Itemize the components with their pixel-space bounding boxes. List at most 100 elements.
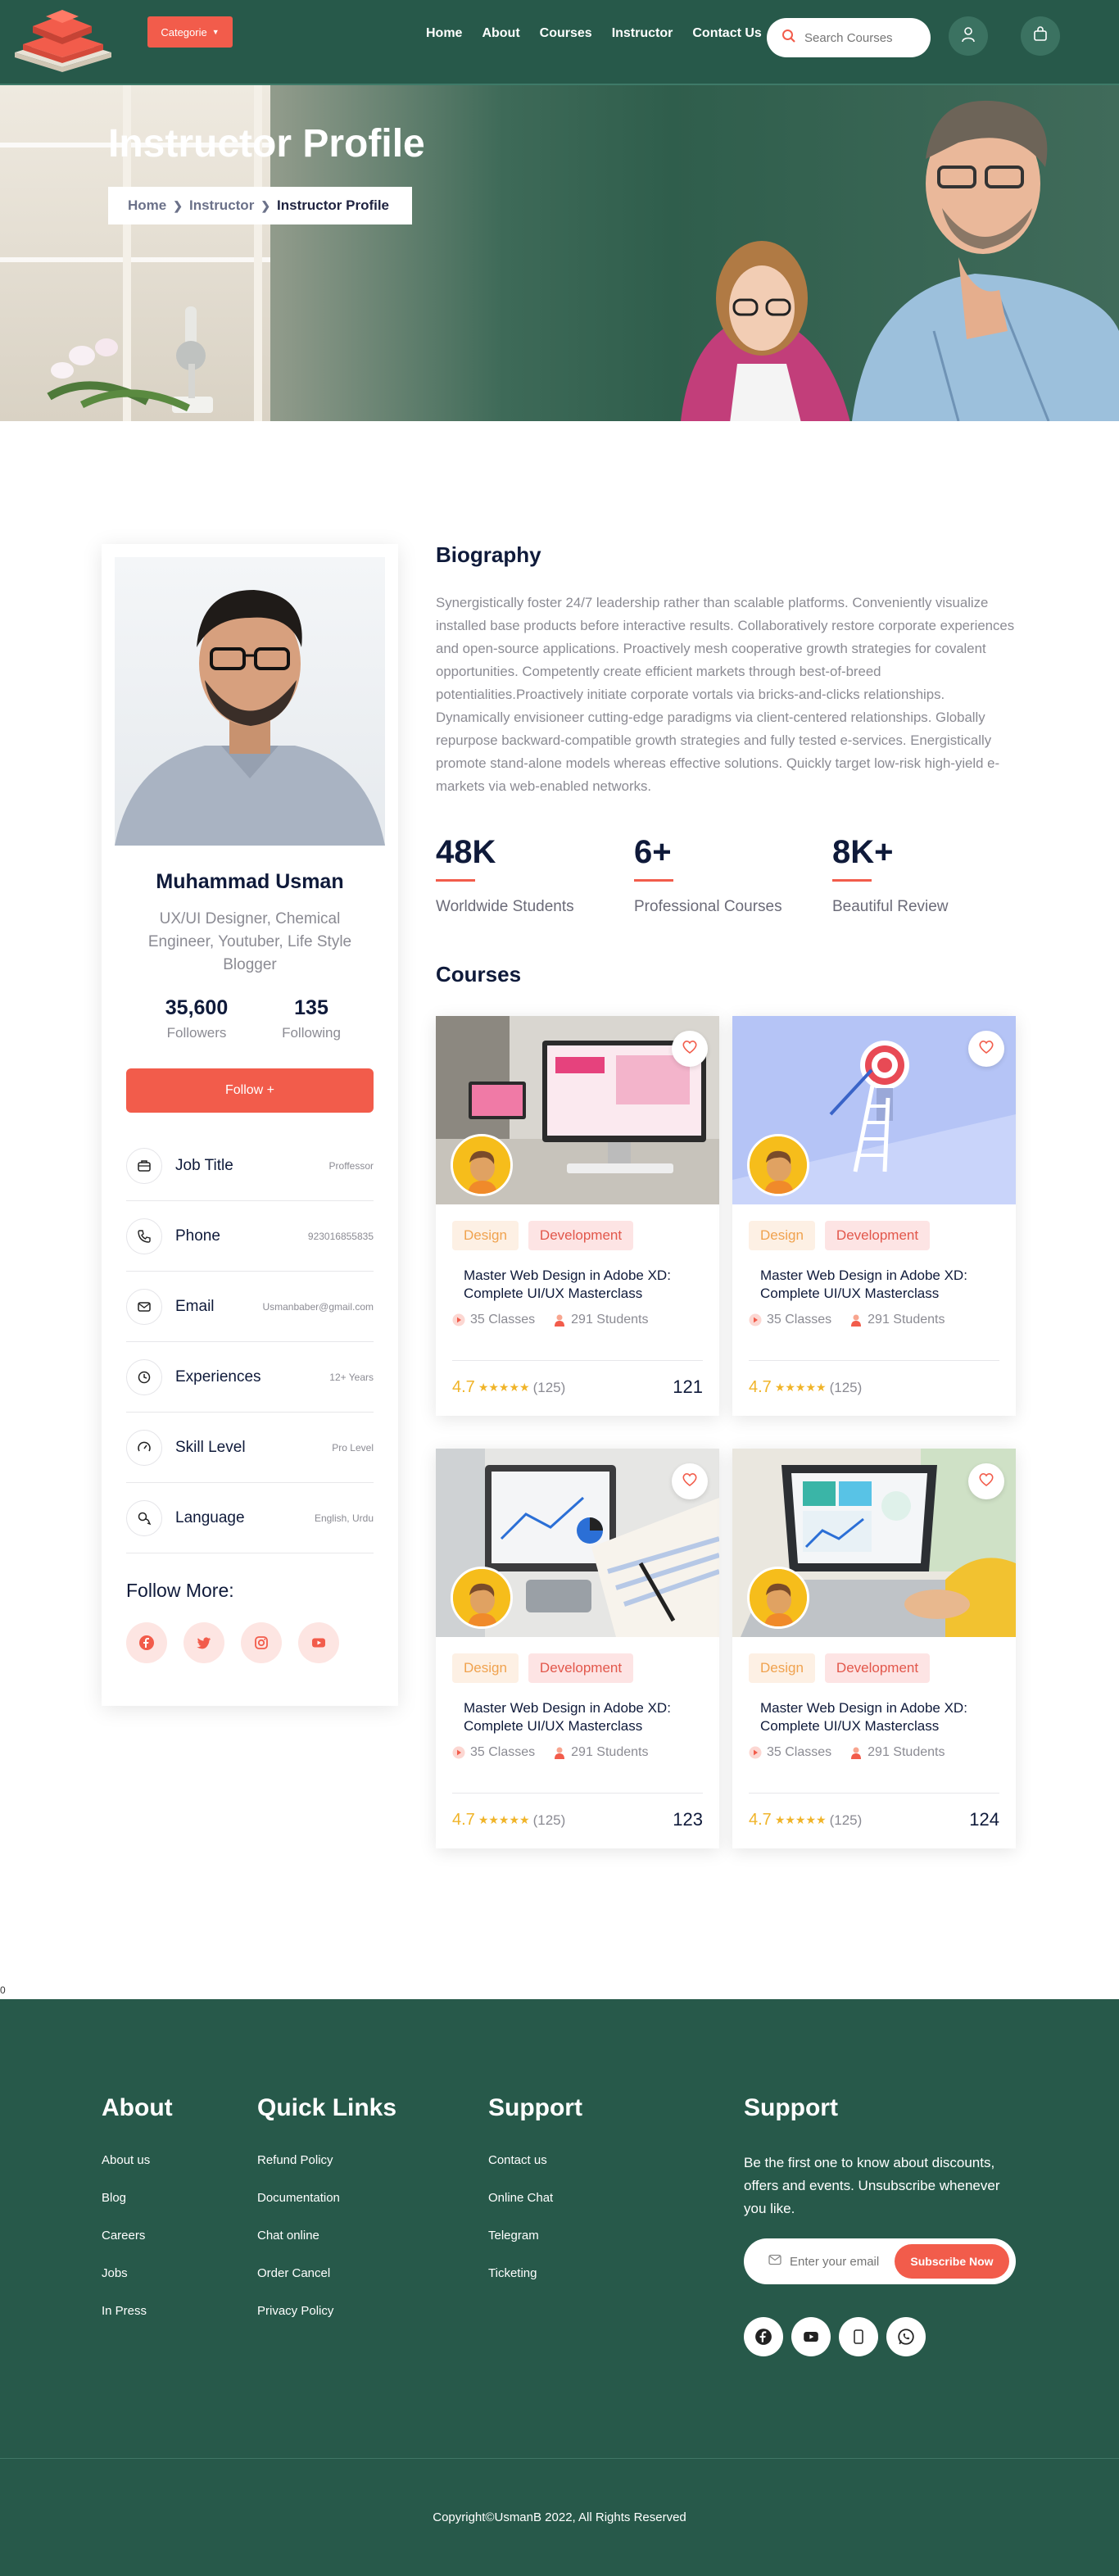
chevron-down-icon: ▼ [211,28,220,36]
youtube-icon[interactable] [791,2317,831,2356]
chat-icon [126,1499,162,1536]
course-title[interactable]: Master Web Design in Adobe XD: Complete … [464,1267,701,1303]
rating-count: (125) [829,1812,863,1828]
course-card[interactable]: Design Development Master Web Design in … [436,1016,719,1416]
wishlist-heart-button[interactable] [672,1031,708,1067]
info-value[interactable]: Usmanbaber@gmail.com [262,1301,374,1313]
course-thumbnail[interactable] [732,1449,1016,1637]
search-box[interactable] [767,18,931,57]
footer-link[interactable]: Contact us [488,2153,547,2167]
teacher-man-image [852,100,1119,421]
info-label: Phone [175,1227,220,1245]
books-logo-icon[interactable] [10,5,116,72]
wishlist-heart-button[interactable] [968,1463,1004,1499]
newsletter-email-input[interactable] [790,2254,880,2269]
facebook-icon[interactable] [126,1622,167,1663]
twitter-icon[interactable] [183,1622,224,1663]
info-label: Email [175,1297,215,1315]
following-stat: 135 Following [270,996,352,1041]
classes-count: 35 Classes [470,1745,536,1759]
course-title[interactable]: Master Web Design in Adobe XD: Complete … [760,1267,998,1303]
footer-link[interactable]: Refund Policy [257,2153,333,2167]
nav-home[interactable]: Home [426,26,462,41]
footer-link[interactable]: Careers [102,2229,145,2243]
follow-more-heading: Follow More: [126,1580,234,1601]
course-rating: 4.7 ★★★★★ (125) [749,1378,862,1397]
shelf-line [0,257,270,262]
student-icon [851,1314,862,1327]
course-thumbnail[interactable] [436,1449,719,1637]
footer-link[interactable]: Order Cancel [257,2266,330,2280]
rating-count: (125) [829,1379,863,1395]
footer-link[interactable]: In Press [102,2304,147,2318]
course-title[interactable]: Master Web Design in Adobe XD: Complete … [760,1699,998,1735]
footer-link[interactable]: Blog [102,2191,126,2205]
heart-icon [978,1040,994,1059]
nav-contact[interactable]: Contact Us [692,26,761,41]
course-title[interactable]: Master Web Design in Adobe XD: Complete … [464,1699,701,1735]
cart-button[interactable] [1021,16,1060,56]
course-price: 124 [969,1809,999,1830]
tag-development[interactable]: Development [824,1221,931,1250]
footer-link[interactable]: About us [102,2153,150,2167]
footer-link[interactable]: Chat online [257,2229,319,2243]
footer-link[interactable]: Ticketing [488,2266,537,2280]
tag-development[interactable]: Development [528,1221,634,1250]
course-divider [452,1360,703,1361]
breadcrumb-home[interactable]: Home [128,197,166,214]
nav-about[interactable]: About [482,26,519,41]
footer-link[interactable]: Online Chat [488,2191,553,2205]
wishlist-heart-button[interactable] [672,1463,708,1499]
footer-link[interactable]: Privacy Policy [257,2304,333,2318]
course-thumbnail[interactable] [436,1016,719,1204]
course-meta: 35 Classes 291 Students [452,1313,648,1327]
kpi-underline [436,879,475,882]
star-rating-icon: ★★★★★ [774,1813,827,1826]
heart-icon [682,1040,698,1059]
classes-meta: 35 Classes [749,1313,831,1327]
tag-design[interactable]: Design [749,1653,815,1683]
info-value: 12+ Years [329,1371,374,1383]
course-card[interactable]: Design Development Master Web Design in … [732,1449,1016,1848]
follow-button[interactable]: Follow + [126,1068,374,1113]
phone-icon[interactable] [839,2317,878,2356]
whatsapp-icon[interactable] [886,2317,926,2356]
tag-design[interactable]: Design [452,1221,519,1250]
students-count: 291 Students [868,1313,945,1327]
search-input[interactable] [804,30,919,45]
wishlist-heart-button[interactable] [968,1031,1004,1067]
followers-label: Followers [166,1025,227,1041]
youtube-icon[interactable] [298,1622,339,1663]
tag-development[interactable]: Development [528,1653,634,1683]
breadcrumb-instructor[interactable]: Instructor [189,197,254,214]
info-row-phone: Phone 923016855835 [126,1201,374,1272]
course-card[interactable]: Design Development Master Web Design in … [732,1016,1016,1416]
user-account-button[interactable] [949,16,988,56]
biography-text: Synergistically foster 24/7 leadership r… [436,595,1015,794]
category-dropdown[interactable]: Categorie ▼ [147,16,233,48]
tag-design[interactable]: Design [452,1653,519,1683]
course-card[interactable]: Design Development Master Web Design in … [436,1449,719,1848]
play-circle-icon [452,1313,465,1327]
tag-design[interactable]: Design [749,1221,815,1250]
rating-score: 4.7 [749,1811,772,1829]
course-price: 121 [673,1376,703,1397]
classes-meta: 35 Classes [452,1313,535,1327]
footer-link[interactable]: Telegram [488,2229,539,2243]
classes-count: 35 Classes [470,1313,536,1327]
subscribe-button[interactable]: Subscribe Now [895,2244,1009,2279]
star-rating-icon: ★★★★★ [478,1381,530,1394]
facebook-icon[interactable] [744,2317,783,2356]
instagram-icon[interactable] [241,1622,282,1663]
info-value: English, Urdu [314,1512,374,1524]
heart-icon [978,1472,994,1491]
tag-development[interactable]: Development [824,1653,931,1683]
students-meta: 291 Students [849,1313,945,1327]
course-tags: Design Development [452,1653,634,1683]
footer-link[interactable]: Jobs [102,2266,128,2280]
nav-courses[interactable]: Courses [540,26,592,41]
nav-instructor[interactable]: Instructor [612,26,673,41]
students-meta: 291 Students [553,1313,648,1327]
course-thumbnail[interactable] [732,1016,1016,1204]
footer-link[interactable]: Documentation [257,2191,340,2205]
